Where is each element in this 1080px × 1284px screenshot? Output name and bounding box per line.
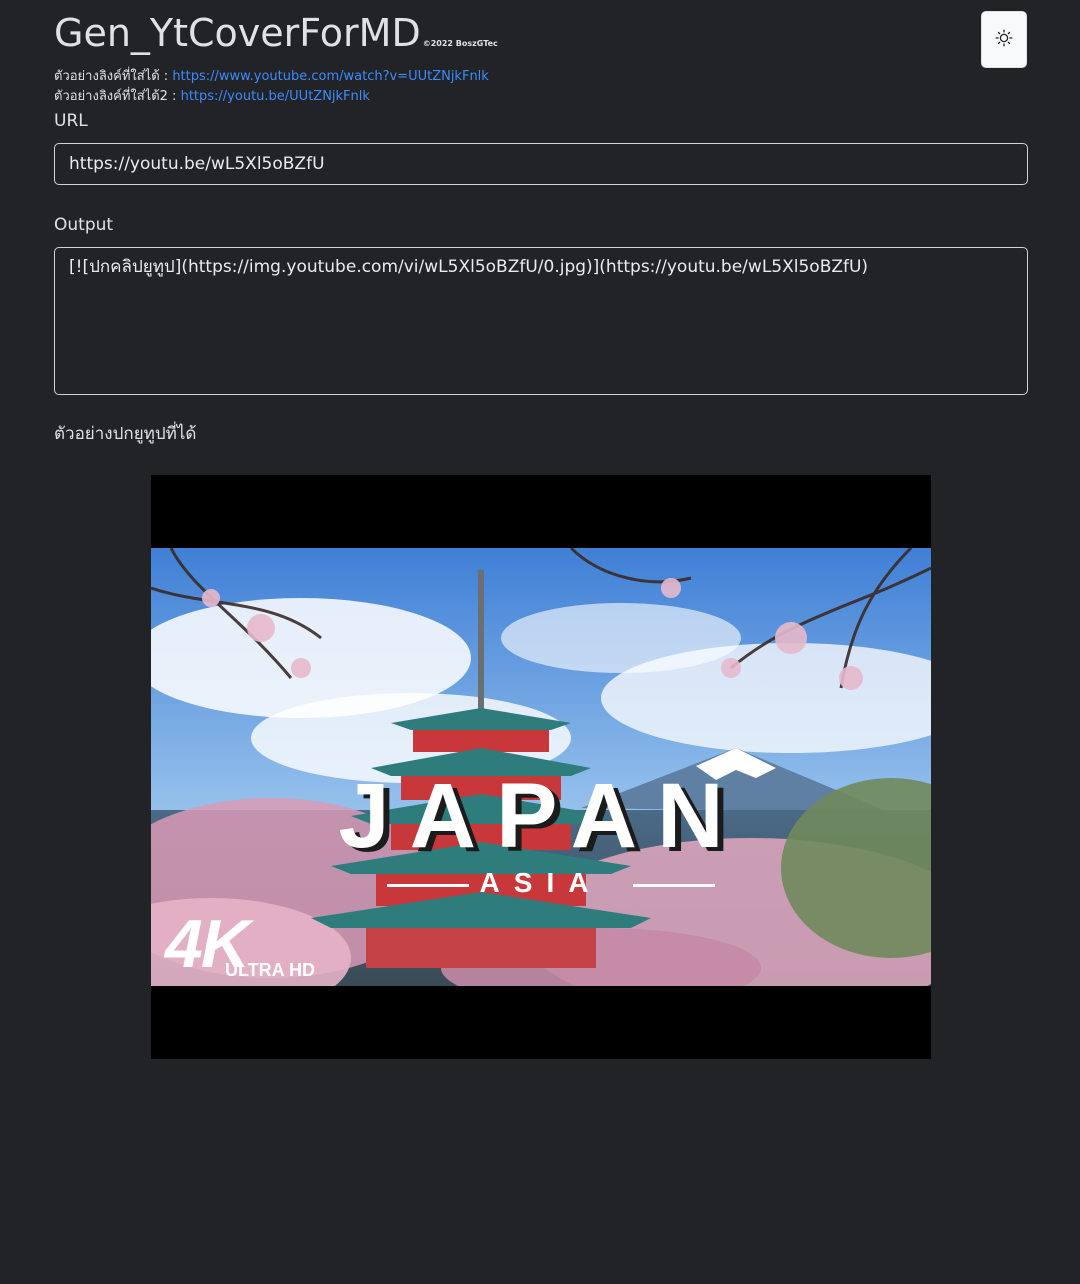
thumbnail-preview-link[interactable]: JAPAN ASIA 4K ULTRA HD [151,475,931,1059]
url-label: URL [54,111,88,131]
theme-toggle-button[interactable] [981,11,1027,68]
app-title: Gen_YtCoverForMD [54,11,421,55]
example-label-2: ตัวอย่างลิงค์ที่ใส่ได้2 : [54,89,181,104]
thumbnail-image: JAPAN ASIA 4K ULTRA HD [151,548,931,986]
example-link-row-1: ตัวอย่างลิงค์ที่ใส่ได้ : https://www.you… [54,69,489,85]
page: Gen_YtCoverForMD ©2022 BoszGTec ตัวอย่างล… [0,0,1080,1284]
page-title: Gen_YtCoverForMD ©2022 BoszGTec [54,10,498,67]
preview-label: ตัวอย่างปกยูทูปที่ได้ [54,424,197,444]
badge-ultra-hd: ULTRA HD [225,960,315,980]
thumbnail-subtitle: ASIA [479,867,603,898]
url-input[interactable] [54,143,1028,185]
example-link-1[interactable]: https://www.youtube.com/watch?v=UUtZNjkF… [172,69,489,84]
subtitle-line-right [633,884,715,887]
output-textarea[interactable]: [![ปกคลิปยูทูป](https://img.youtube.com/… [54,247,1028,395]
sun-icon [995,29,1013,51]
example-link-2[interactable]: https://youtu.be/UUtZNjkFnlk [181,89,370,104]
output-label: Output [54,215,114,235]
copyright-note: ©2022 BoszGTec [422,39,498,48]
thumbnail-title: JAPAN [338,765,744,867]
example-label-1: ตัวอย่างลิงค์ที่ใส่ได้ : [54,69,173,84]
example-link-row-2: ตัวอย่างลิงค์ที่ใส่ได้2 : https://youtu.… [54,89,370,105]
